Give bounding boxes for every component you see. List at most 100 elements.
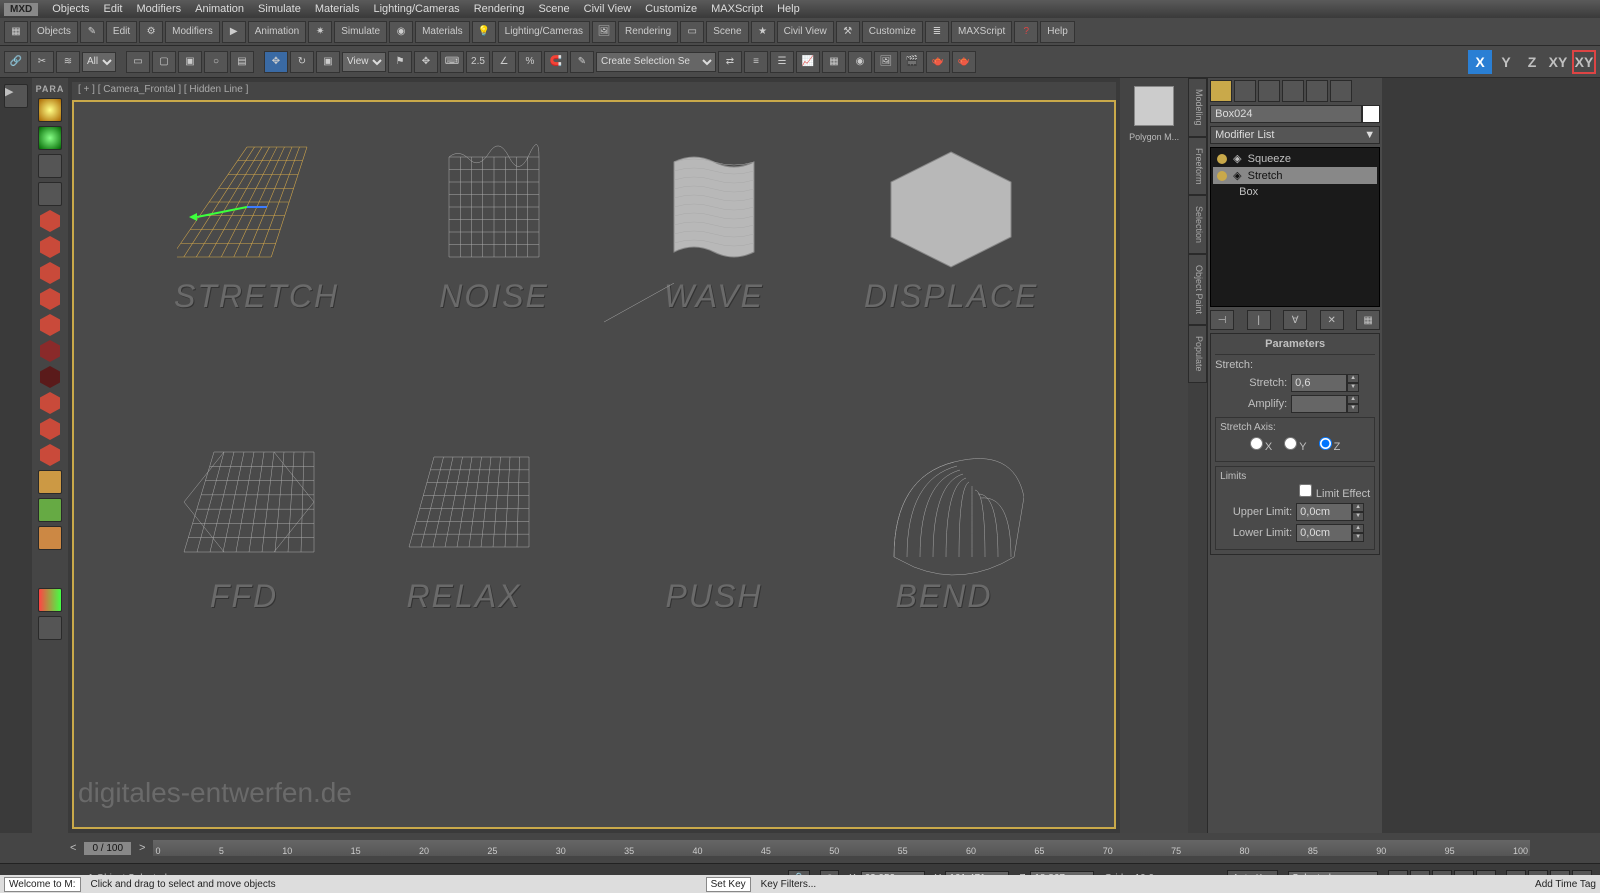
stack-stretch[interactable]: ◈Stretch bbox=[1213, 167, 1377, 184]
excel-icon[interactable] bbox=[38, 498, 62, 522]
menu-objects[interactable]: Objects bbox=[52, 3, 89, 15]
anim-icon[interactable]: ▶ bbox=[222, 21, 246, 43]
scale-icon[interactable]: ▣ bbox=[316, 51, 340, 73]
setkey-button[interactable]: Set Key bbox=[706, 877, 751, 892]
show-end-icon[interactable]: | bbox=[1247, 310, 1271, 330]
link-icon[interactable]: 🔗 bbox=[4, 51, 28, 73]
object-name-field[interactable] bbox=[1210, 105, 1362, 123]
create-tab-icon[interactable] bbox=[1210, 80, 1232, 102]
move-icon[interactable]: ✥ bbox=[264, 51, 288, 73]
box-icon[interactable] bbox=[38, 182, 62, 206]
tb-animation[interactable]: Animation bbox=[248, 21, 306, 43]
hex8-icon[interactable] bbox=[40, 392, 60, 414]
menu-simulate[interactable]: Simulate bbox=[258, 3, 301, 15]
utilities-tab-icon[interactable] bbox=[1330, 80, 1352, 102]
sel-filter[interactable]: All bbox=[82, 52, 116, 72]
vtab-populate[interactable]: Populate bbox=[1188, 325, 1207, 383]
plus-icon[interactable] bbox=[38, 616, 62, 640]
snap25-icon[interactable]: 2.5 bbox=[466, 51, 490, 73]
shape-bend[interactable]: BEND bbox=[864, 442, 1024, 615]
tb-scene[interactable]: Scene bbox=[706, 21, 748, 43]
percent-snap-icon[interactable]: % bbox=[518, 51, 542, 73]
shape-cube[interactable] bbox=[514, 292, 674, 422]
tb-customize[interactable]: Customize bbox=[862, 21, 923, 43]
select-manip-icon[interactable]: ✥ bbox=[414, 51, 438, 73]
render-setup-icon[interactable]: 🖼 bbox=[874, 51, 898, 73]
remove-mod-icon[interactable]: ✕ bbox=[1320, 310, 1344, 330]
vtab-modeling[interactable]: Modeling bbox=[1188, 78, 1207, 137]
up-arrow-icon[interactable]: ▲ bbox=[1347, 374, 1359, 383]
sel-lasso-icon[interactable]: ○ bbox=[204, 51, 228, 73]
tb-help[interactable]: Help bbox=[1040, 21, 1075, 43]
hierarchy-tab-icon[interactable] bbox=[1258, 80, 1280, 102]
motion-tab-icon[interactable] bbox=[1282, 80, 1304, 102]
menu-customize[interactable]: Customize bbox=[645, 3, 697, 15]
folder-icon[interactable] bbox=[38, 526, 62, 550]
pin-stack-icon[interactable]: ⊣ bbox=[1210, 310, 1234, 330]
cust-icon[interactable]: ⚒ bbox=[836, 21, 860, 43]
gear-icon[interactable] bbox=[38, 154, 62, 178]
hex4-icon[interactable] bbox=[40, 288, 60, 310]
axis-z-radio[interactable]: Z bbox=[1319, 437, 1341, 453]
modifier-list-dropdown[interactable]: Modifier List▼ bbox=[1210, 126, 1380, 144]
hex9-icon[interactable] bbox=[40, 418, 60, 440]
spinner-snap-icon[interactable]: 🧲 bbox=[544, 51, 568, 73]
obj-icon[interactable]: ▦ bbox=[4, 21, 28, 43]
hex5-icon[interactable] bbox=[40, 314, 60, 336]
menu-maxscript[interactable]: MAXScript bbox=[711, 3, 763, 15]
shape-relax[interactable]: RELAX bbox=[384, 442, 544, 615]
viewport-label[interactable]: [ + ] [ Camera_Frontal ] [ Hidden Line ] bbox=[72, 82, 1116, 100]
time-track[interactable]: 0510152025303540455055606570758085909510… bbox=[153, 840, 1530, 856]
mat-icon[interactable]: ◉ bbox=[389, 21, 413, 43]
tb-lighting[interactable]: Lighting/Cameras bbox=[498, 21, 590, 43]
matedit-icon[interactable]: ◉ bbox=[848, 51, 872, 73]
color-swatch[interactable] bbox=[1362, 105, 1380, 123]
menu-civilview[interactable]: Civil View bbox=[584, 3, 631, 15]
tb-civil[interactable]: Civil View bbox=[777, 21, 834, 43]
hex2-icon[interactable] bbox=[40, 236, 60, 258]
menu-help[interactable]: Help bbox=[777, 3, 800, 15]
shape-stretch[interactable]: xSTRETCH bbox=[174, 142, 339, 315]
align-icon[interactable]: ≡ bbox=[744, 51, 768, 73]
ref-coord[interactable]: View bbox=[342, 52, 386, 72]
sel-paint-icon[interactable]: ▤ bbox=[230, 51, 254, 73]
modifier-stack[interactable]: ◈Squeeze ◈Stretch Box bbox=[1210, 147, 1380, 307]
vtab-freeform[interactable]: Freeform bbox=[1188, 137, 1207, 196]
keyfilters-button[interactable]: Key Filters... bbox=[761, 879, 817, 890]
gradient-icon[interactable] bbox=[38, 588, 62, 612]
menu-edit[interactable]: Edit bbox=[104, 3, 123, 15]
keyboard-icon[interactable]: ⌨ bbox=[440, 51, 464, 73]
upper-limit-field[interactable] bbox=[1296, 503, 1352, 521]
frame-indicator[interactable]: 0 / 100 bbox=[84, 842, 131, 855]
amplify-field[interactable] bbox=[1291, 395, 1347, 413]
menu-materials[interactable]: Materials bbox=[315, 3, 360, 15]
tb-materials[interactable]: Materials bbox=[415, 21, 470, 43]
curve-icon[interactable]: 📈 bbox=[796, 51, 820, 73]
light-icon[interactable]: 💡 bbox=[472, 21, 496, 43]
configure-icon[interactable]: ▦ bbox=[1356, 310, 1380, 330]
hex6-icon[interactable] bbox=[40, 340, 60, 362]
help-icon[interactable]: ? bbox=[1014, 21, 1038, 43]
tb-edit[interactable]: Edit bbox=[106, 21, 137, 43]
display-tab-icon[interactable] bbox=[1306, 80, 1328, 102]
shape-ffd[interactable]: FFD bbox=[164, 442, 324, 615]
viewport[interactable]: xSTRETCHNOISEWAVEDISPLACEFFDRELAXPUSHBEN… bbox=[72, 100, 1116, 829]
modify-tab-icon[interactable] bbox=[1234, 80, 1256, 102]
angle-snap-icon[interactable]: ∠ bbox=[492, 51, 516, 73]
down-arrow-icon[interactable]: ▼ bbox=[1347, 383, 1359, 392]
civil-icon[interactable]: ★ bbox=[751, 21, 775, 43]
menu-rendering[interactable]: Rendering bbox=[474, 3, 525, 15]
vtab-selection[interactable]: Selection bbox=[1188, 195, 1207, 254]
render-icon[interactable]: 🖼 bbox=[592, 21, 616, 43]
bind-icon[interactable]: ≋ bbox=[56, 51, 80, 73]
sel-cross-icon[interactable]: ▣ bbox=[178, 51, 202, 73]
sphere2-icon[interactable] bbox=[38, 126, 62, 150]
tb-simulate[interactable]: Simulate bbox=[334, 21, 387, 43]
addtag-button[interactable]: Add Time Tag bbox=[1535, 879, 1596, 890]
tb-rendering[interactable]: Rendering bbox=[618, 21, 678, 43]
axis-x-radio[interactable]: X bbox=[1250, 437, 1272, 453]
pivot-icon[interactable]: ⚑ bbox=[388, 51, 412, 73]
vtab-objpaint[interactable]: Object Paint bbox=[1188, 254, 1207, 325]
stack-squeeze[interactable]: ◈Squeeze bbox=[1213, 150, 1377, 167]
hex7-icon[interactable] bbox=[40, 366, 60, 388]
